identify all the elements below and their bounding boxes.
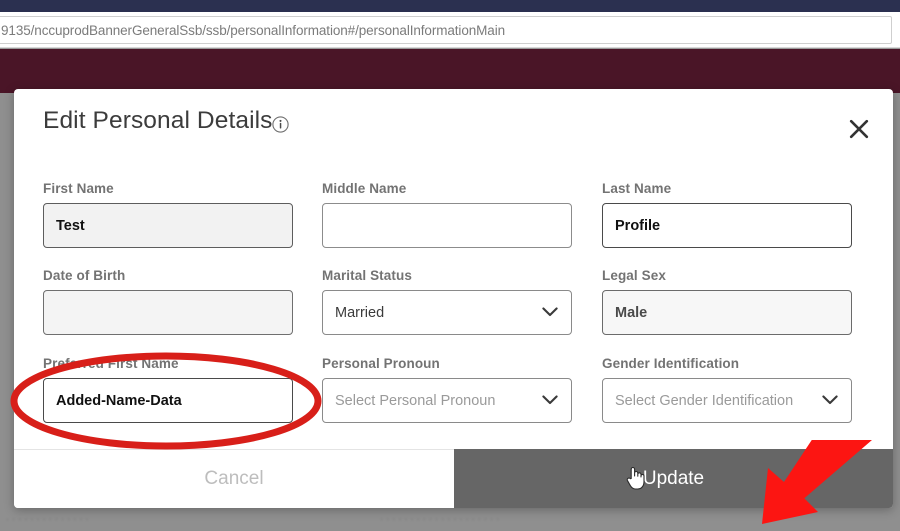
modal-header: Edit Personal Details — [14, 89, 893, 161]
background-text-ghost: . . . . . . . . . . . . . . . . . . . . — [380, 511, 500, 523]
personal-pronoun-select[interactable]: Select Personal Pronoun — [322, 378, 572, 423]
gender-identification-select[interactable]: Select Gender Identification — [602, 378, 852, 423]
close-icon[interactable] — [839, 109, 879, 149]
field-last-name: Last Name Profile — [602, 181, 852, 248]
chevron-down-icon — [822, 393, 838, 409]
background-text-ghost: . . . . . . . . . . . . . . — [6, 511, 89, 523]
last-name-input[interactable]: Profile — [602, 203, 852, 248]
field-value: Married — [335, 304, 385, 321]
browser-address-bar: 9135/nccuprodBannerGeneralSsb/ssb/person… — [0, 12, 900, 48]
field-label: Last Name — [602, 181, 672, 196]
update-button-label: Update — [642, 467, 705, 489]
field-personal-pronoun: Personal Pronoun Select Personal Pronoun — [322, 356, 572, 423]
field-date-of-birth: Date of Birth — [43, 268, 293, 335]
field-label: Date of Birth — [43, 268, 126, 283]
modal-footer: Cancel Update — [14, 449, 893, 508]
marital-status-select[interactable]: Married — [322, 290, 572, 335]
field-first-name: First Name Test — [43, 181, 293, 248]
url-input[interactable]: 9135/nccuprodBannerGeneralSsb/ssb/person… — [0, 16, 892, 44]
field-label: First Name — [43, 181, 114, 196]
cancel-button[interactable]: Cancel — [14, 449, 454, 508]
field-legal-sex: Legal Sex Male — [602, 268, 852, 335]
info-circle-icon[interactable] — [272, 116, 289, 133]
browser-tabstrip — [0, 0, 900, 12]
field-gender-identification: Gender Identification Select Gender Iden… — [602, 356, 852, 423]
field-placeholder: Select Personal Pronoun — [335, 392, 496, 409]
screen: 9135/nccuprodBannerGeneralSsb/ssb/person… — [0, 0, 900, 531]
field-label: Middle Name — [322, 181, 407, 196]
field-value: Male — [615, 304, 648, 321]
field-label: Gender Identification — [602, 356, 740, 371]
preferred-first-name-input[interactable]: Added-Name-Data — [43, 378, 293, 423]
update-button[interactable]: Update — [454, 449, 893, 508]
date-of-birth-input[interactable] — [43, 290, 293, 335]
chevron-down-icon — [542, 393, 558, 409]
field-value: Test — [56, 217, 85, 234]
field-marital-status: Marital Status Married — [322, 268, 572, 335]
field-label: Marital Status — [322, 268, 412, 283]
page-title: Edit Personal Details — [43, 107, 273, 134]
url-text: 9135/nccuprodBannerGeneralSsb/ssb/person… — [1, 22, 506, 38]
legal-sex-input[interactable]: Male — [602, 290, 852, 335]
field-label: Legal Sex — [602, 268, 666, 283]
field-value: Profile — [615, 217, 661, 234]
field-middle-name: Middle Name — [322, 181, 572, 248]
field-preferred-first-name: Preferred First Name Added-Name-Data — [43, 356, 293, 423]
personal-details-form: First Name Test Middle Name Last Name Pr… — [14, 161, 893, 436]
field-label: Preferred First Name — [43, 356, 179, 371]
first-name-input[interactable]: Test — [43, 203, 293, 248]
field-label: Personal Pronoun — [322, 356, 440, 371]
app-header-bar — [0, 49, 900, 93]
chevron-down-icon — [542, 305, 558, 321]
middle-name-input[interactable] — [322, 203, 572, 248]
field-value: Added-Name-Data — [56, 392, 182, 409]
edit-personal-details-modal: Edit Personal Details First Name Test Mi… — [14, 89, 893, 508]
field-placeholder: Select Gender Identification — [615, 392, 794, 409]
